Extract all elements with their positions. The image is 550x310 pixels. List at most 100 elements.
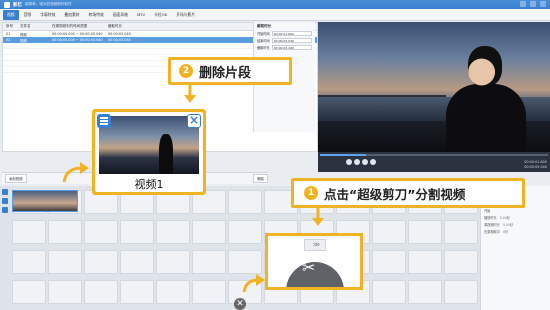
- stop-icon[interactable]: [362, 159, 368, 165]
- start-time-field[interactable]: 00:00:01.600: [271, 31, 312, 36]
- timeline-cell[interactable]: [84, 220, 118, 244]
- timeline-cursor-x-icon[interactable]: ✕: [234, 298, 246, 310]
- close-icon[interactable]: [540, 1, 546, 7]
- timeline-clip-thumbnails[interactable]: [12, 190, 78, 212]
- tab-video[interactable]: 视频: [3, 9, 19, 20]
- next-icon[interactable]: [370, 159, 376, 165]
- tab-subtitle[interactable]: 字幕特效: [36, 10, 59, 20]
- timeline-cell[interactable]: [372, 250, 406, 274]
- row-index: 01: [6, 32, 11, 36]
- header-duration: 截取时长: [108, 24, 122, 28]
- tab-audio[interactable]: 音频: [20, 10, 36, 20]
- timeline-cell[interactable]: [444, 280, 478, 304]
- timeline-cell[interactable]: [156, 280, 190, 304]
- callout-delete-clip: 2 删除片段: [168, 57, 292, 85]
- thumbnail-frame: [57, 191, 77, 211]
- title-bar: 影忆 超简单、强大的视频制作软件: [0, 0, 550, 9]
- add-video-button[interactable]: 添加视频: [5, 174, 27, 183]
- text-track-icon[interactable]: [2, 207, 8, 213]
- progress-fill: [320, 154, 366, 156]
- timeline-cell[interactable]: [228, 220, 262, 244]
- end-time-label: 结束时间: [257, 39, 270, 43]
- timeline-cell[interactable]: [156, 250, 190, 274]
- callout-split-video: 1 点击“超级剪刀”分割视频: [291, 178, 525, 208]
- clip-thumbnail: [99, 116, 199, 174]
- app-name: 影忆: [13, 2, 22, 8]
- scissors-icon[interactable]: ✂: [302, 258, 315, 277]
- timeline-cell[interactable]: [192, 250, 226, 274]
- start-time-row: 开始时间 00:00:01.600: [257, 31, 312, 36]
- timeline-cell[interactable]: [408, 250, 442, 274]
- timeline-cell[interactable]: [48, 280, 82, 304]
- timeline-cell[interactable]: [48, 220, 82, 244]
- end-time-field[interactable]: 00:00:05.040: [271, 38, 312, 43]
- property-key: 源视频时长: [484, 223, 500, 227]
- property-key: 开始: [484, 209, 491, 213]
- curved-arrow-icon: [242, 274, 265, 293]
- timeline-cell[interactable]: [84, 280, 118, 304]
- property-value: 0秒: [502, 230, 509, 234]
- window-controls: [520, 1, 546, 7]
- timeline-cell[interactable]: [12, 220, 46, 244]
- timeline-cell[interactable]: [408, 220, 442, 244]
- row-range: 00:00:00.000 ~ 00:00:05.040: [52, 38, 103, 42]
- property-key: 在源视频中: [484, 230, 500, 234]
- menu-tabs: 视频 音频 字幕特效 叠加素材 转场特效 画面风格 MTV 卡拉OK 开场与影片: [0, 9, 550, 21]
- tab-style[interactable]: 画面风格: [109, 10, 132, 20]
- audio-track-icon[interactable]: [2, 198, 8, 204]
- end-time-row: 结束时间 00:00:05.040: [257, 38, 312, 43]
- timeline-cell[interactable]: [372, 220, 406, 244]
- property-row: 源视频时长 5.04秒: [484, 222, 547, 227]
- timeline-cell[interactable]: [372, 280, 406, 304]
- timeline-cell[interactable]: [192, 280, 226, 304]
- timeline-cell[interactable]: [12, 280, 46, 304]
- maximize-icon[interactable]: [530, 1, 536, 7]
- timeline-cell[interactable]: [120, 220, 154, 244]
- callout-split-pointer-icon: [312, 208, 324, 226]
- tab-transition[interactable]: 转场特效: [85, 10, 108, 20]
- playback-progress-bar[interactable]: [320, 154, 548, 156]
- transport-buttons: [346, 159, 376, 165]
- timeline-cell[interactable]: [228, 250, 262, 274]
- player-controls: 00:00:01.600 00:00:05.040: [318, 152, 550, 172]
- tab-karaoke[interactable]: 卡拉OK: [150, 10, 171, 20]
- timeline-cell[interactable]: [84, 250, 118, 274]
- row-duration: 00:00:05.040: [108, 32, 131, 36]
- preview-person-body: [446, 84, 526, 152]
- minimize-icon[interactable]: [520, 1, 526, 7]
- play-icon[interactable]: [354, 159, 360, 165]
- timeline-cell[interactable]: [156, 220, 190, 244]
- delete-clip-close-icon[interactable]: ×: [187, 114, 201, 128]
- row-duration: 00:00:05.040: [108, 38, 131, 42]
- timeline-cell[interactable]: [228, 190, 262, 214]
- app-subtitle: 超简单、强大的视频制作软件: [25, 2, 72, 6]
- callout-split-label: 点击“超级剪刀”分割视频: [324, 186, 466, 202]
- header-index: 序号: [6, 24, 13, 28]
- timeline-cell[interactable]: [444, 250, 478, 274]
- duration-field: 00:00:03.440: [271, 45, 312, 50]
- list-menu-icon[interactable]: [97, 114, 111, 128]
- timeline-cell[interactable]: [12, 250, 46, 274]
- timeline-cell[interactable]: [120, 280, 154, 304]
- timeline-cell[interactable]: [192, 220, 226, 244]
- timeline-cell[interactable]: [444, 220, 478, 244]
- video-track-icon[interactable]: [2, 189, 8, 195]
- property-value: 5.04秒: [502, 223, 514, 227]
- timeline-cell[interactable]: [408, 280, 442, 304]
- double-chevron-icon[interactable]: »»: [304, 239, 326, 251]
- current-time: 00:00:01.600: [524, 160, 547, 164]
- start-time-label: 开始时间: [257, 32, 270, 36]
- preview-person-head: [468, 46, 502, 86]
- prev-icon[interactable]: [346, 159, 352, 165]
- super-scissors-highlight: »» ✂: [265, 233, 363, 290]
- timeline-cell[interactable]: [120, 250, 154, 274]
- tab-overlay[interactable]: 叠加素材: [60, 10, 83, 20]
- property-row: 播放时长 5.04秒: [484, 215, 547, 220]
- video-preview: [318, 22, 550, 152]
- tab-mtv[interactable]: MTV: [133, 10, 149, 19]
- timeline-cell[interactable]: [48, 250, 82, 274]
- delete-button[interactable]: 删除: [253, 174, 268, 183]
- curved-arrow-icon: [62, 162, 89, 183]
- tab-intro[interactable]: 开场与影片: [172, 10, 199, 20]
- selected-clip-card[interactable]: 视频1 ×: [92, 109, 206, 195]
